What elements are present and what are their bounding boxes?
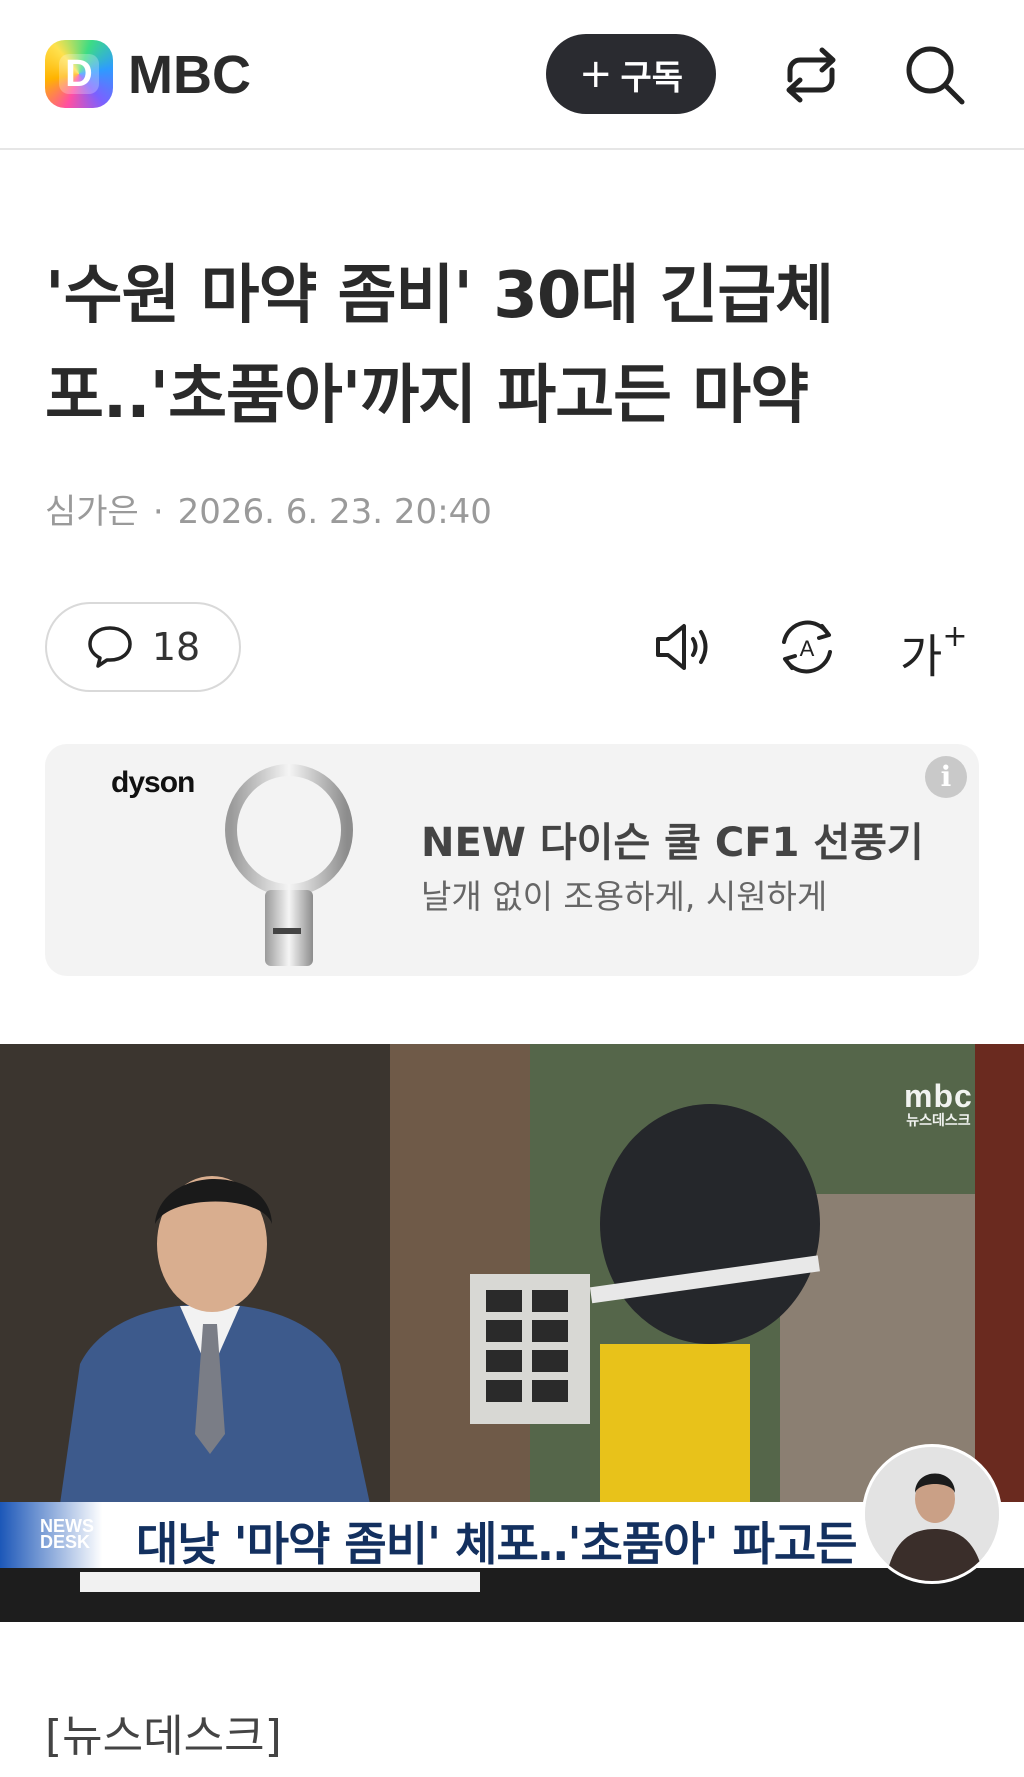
fan-product-image bbox=[225, 764, 353, 966]
publish-datetime: 2026. 6. 23. 20:40 bbox=[177, 492, 492, 532]
search-icon[interactable] bbox=[900, 40, 970, 110]
font-size-button[interactable]: 가+ bbox=[900, 612, 970, 684]
mbc-watermark: mbc 뉴스데스크 bbox=[904, 1080, 973, 1128]
press-name[interactable]: MBC bbox=[128, 44, 251, 106]
logo-letter: D bbox=[59, 54, 99, 94]
svg-text:A: A bbox=[800, 636, 815, 661]
headline-line-1: '수원 마약 좀비' 30대 긴급체 bbox=[45, 259, 834, 333]
headline-line-2: 포..'초품아'까지 파고든 마약 bbox=[45, 359, 809, 433]
newsdesk-logo-line2: DESK bbox=[40, 1532, 91, 1552]
ad-title: NEW 다이슨 쿨 CF1 선풍기 bbox=[421, 820, 924, 866]
subscribe-button[interactable]: + 구독 bbox=[546, 34, 716, 114]
font-size-plus: + bbox=[942, 619, 968, 654]
author-name[interactable]: 심가은 bbox=[45, 492, 139, 532]
news-video-thumbnail[interactable]: mbc 뉴스데스크 NEWS DESK 대낮 '마약 좀비' 체포‥'초품아' … bbox=[0, 1044, 1024, 1622]
comment-bubble-icon bbox=[88, 626, 132, 668]
watermark-logo: mbc bbox=[904, 1078, 973, 1114]
ad-banner[interactable]: dyson NEW 다이슨 쿨 CF1 선풍기 날개 없이 조용하게, 시원하게… bbox=[45, 744, 979, 976]
share-icon[interactable] bbox=[776, 40, 846, 110]
ad-brand-logo: dyson bbox=[111, 766, 195, 799]
watermark-program: 뉴스데스크 bbox=[906, 1112, 971, 1128]
byline: 심가은 · 2026. 6. 23. 20:40 bbox=[45, 484, 492, 533]
comment-button[interactable]: 18 bbox=[45, 602, 241, 692]
font-size-label: 가 bbox=[900, 629, 943, 684]
newsdesk-logo: NEWS DESK bbox=[40, 1517, 94, 1552]
sign-language-interpreter bbox=[862, 1444, 1002, 1584]
subscribe-label: 구독 bbox=[620, 57, 684, 98]
plus-icon: + bbox=[578, 51, 613, 97]
article-headline: '수원 마약 좀비' 30대 긴급체 포..'초품아'까지 파고든 마약 bbox=[45, 246, 945, 446]
speaker-icon[interactable] bbox=[650, 612, 720, 682]
top-bar: D MBC + 구독 bbox=[0, 0, 1024, 150]
ad-info-icon[interactable]: i bbox=[925, 756, 967, 798]
translate-icon[interactable]: A bbox=[772, 612, 842, 682]
section-tag: [뉴스데스크] bbox=[45, 1711, 282, 1762]
ad-subtitle: 날개 없이 조용하게, 시원하게 bbox=[421, 877, 828, 916]
comment-count: 18 bbox=[151, 625, 201, 669]
video-caption: 대낮 '마약 좀비' 체포‥'초품아' 파고든 마약 bbox=[136, 1517, 955, 1571]
daum-logo-icon[interactable]: D bbox=[45, 40, 113, 108]
byline-separator: · bbox=[152, 492, 164, 532]
